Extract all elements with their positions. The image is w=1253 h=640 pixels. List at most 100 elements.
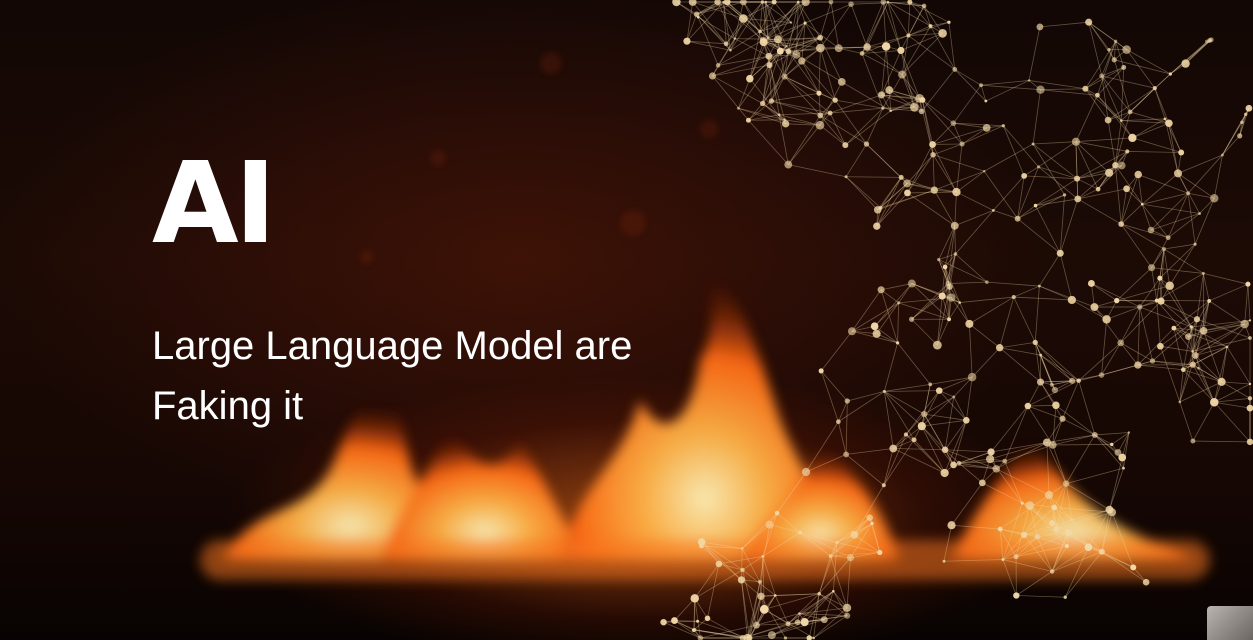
network-link <box>1094 432 1129 436</box>
network-node <box>1240 319 1249 329</box>
network-node <box>798 57 806 65</box>
network-node <box>873 206 882 214</box>
network-node <box>1020 501 1024 505</box>
network-node <box>765 52 773 60</box>
network-node <box>1128 133 1137 143</box>
network-link <box>1170 41 1208 75</box>
network-link <box>813 607 848 639</box>
network-node <box>1137 304 1143 310</box>
network-node <box>1053 526 1060 533</box>
network-link <box>1027 404 1056 407</box>
network-link <box>1109 468 1124 510</box>
network-node <box>739 14 748 23</box>
network-link <box>741 548 743 580</box>
network-link <box>741 579 748 639</box>
network-node <box>950 221 959 230</box>
network-node <box>672 0 681 7</box>
network-node <box>1102 315 1111 324</box>
network-node <box>1059 415 1066 422</box>
network-link <box>1213 154 1223 199</box>
network-node <box>1013 592 1020 599</box>
network-node <box>753 621 760 629</box>
network-link <box>1032 89 1041 145</box>
network-link <box>697 17 719 66</box>
network-link <box>1075 141 1110 174</box>
network-node <box>880 0 887 5</box>
network-link <box>1116 300 1162 302</box>
network-node <box>760 0 765 4</box>
network-node <box>781 73 788 80</box>
network-node <box>1032 339 1038 345</box>
network-node <box>992 465 1000 473</box>
network-node <box>1185 333 1192 340</box>
network-node <box>886 0 890 4</box>
network-link <box>1040 354 1079 382</box>
network-link <box>696 1 718 15</box>
network-link <box>830 552 880 557</box>
network-node <box>1165 281 1174 290</box>
network-link <box>1028 26 1041 81</box>
network-node <box>1064 544 1069 549</box>
network-node <box>889 109 893 113</box>
network-node <box>906 33 911 38</box>
network-node <box>1020 531 1028 539</box>
network-node <box>1034 533 1041 540</box>
network-node <box>1248 336 1252 340</box>
network-link <box>924 396 955 415</box>
network-node <box>863 141 870 147</box>
network-node <box>714 0 721 6</box>
network-node <box>1114 448 1122 456</box>
network-node <box>683 37 691 45</box>
network-link <box>892 413 925 449</box>
network-node <box>733 37 737 40</box>
network-node <box>859 51 865 56</box>
network-node <box>715 560 723 568</box>
network-node <box>940 468 949 478</box>
network-node <box>820 616 828 624</box>
network-node <box>1049 441 1057 449</box>
network-node <box>987 448 995 456</box>
network-link <box>993 210 1018 220</box>
network-node <box>1178 400 1182 404</box>
network-link <box>1027 381 1041 407</box>
network-node <box>1098 548 1105 555</box>
network-node <box>832 97 838 103</box>
network-node <box>848 1 854 7</box>
network-node <box>1036 23 1044 31</box>
network-node <box>941 446 949 454</box>
network-node <box>1070 518 1074 521</box>
network-node <box>699 543 704 549</box>
network-node <box>832 589 835 593</box>
network-link <box>953 420 967 465</box>
network-link <box>818 557 851 594</box>
network-link <box>876 177 902 227</box>
network-node <box>1036 85 1045 94</box>
network-node <box>1245 281 1251 287</box>
network-node <box>995 344 1004 352</box>
network-node <box>1121 64 1127 70</box>
network-link <box>883 434 907 486</box>
network-node <box>1134 170 1142 179</box>
network-node <box>918 108 925 115</box>
network-node <box>1031 142 1035 146</box>
network-node <box>1199 326 1208 335</box>
network-link <box>911 318 938 346</box>
network-link <box>1244 284 1249 325</box>
network-node <box>877 286 885 294</box>
network-link <box>1066 467 1124 484</box>
network-node <box>1076 378 1081 383</box>
network-node <box>915 93 924 103</box>
network-link <box>932 154 985 172</box>
network-node <box>1181 59 1190 68</box>
network-node <box>870 322 879 331</box>
network-link <box>1214 397 1251 403</box>
network-link <box>834 99 867 145</box>
network-node <box>817 591 822 596</box>
network-link <box>1120 306 1141 344</box>
network-link <box>799 532 831 557</box>
network-node <box>930 151 936 158</box>
network-link <box>961 125 1004 145</box>
network-link <box>956 143 963 193</box>
network-node <box>952 395 956 399</box>
network-link <box>1160 346 1181 403</box>
